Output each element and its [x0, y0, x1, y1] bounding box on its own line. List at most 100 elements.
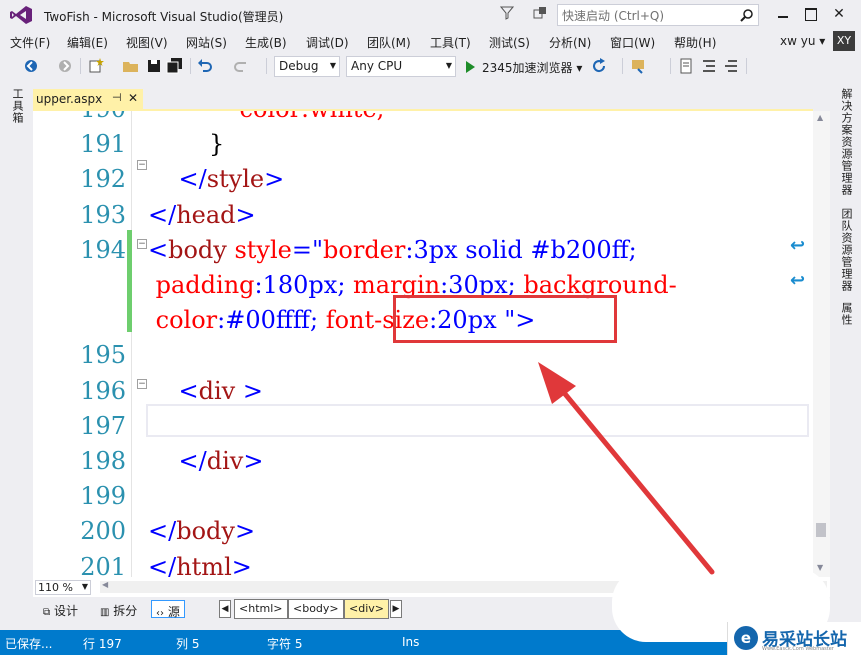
line-number-gutter: 190 191 192 193 194 195 196 197 198 199 200 201 [33, 111, 128, 577]
line-number: 191 [80, 130, 126, 159]
tab-label: upper.aspx [36, 92, 103, 106]
code-line[interactable]: } [148, 130, 224, 158]
change-indicator [127, 230, 132, 332]
collapse-icon[interactable]: − [137, 160, 147, 170]
properties-tab[interactable]: 属性 [838, 302, 854, 326]
crumb-next-icon[interactable]: ▶ [390, 600, 402, 618]
quick-launch-input[interactable] [562, 8, 732, 23]
chevron-down-icon: ▼ [329, 61, 336, 70]
code-token: </ [148, 165, 207, 194]
code-line[interactable]: <div > [148, 377, 263, 405]
code-token: </ [148, 517, 177, 546]
menu-team[interactable]: 团队(M) [367, 34, 411, 51]
scroll-left-icon[interactable]: ◀ [102, 580, 108, 589]
menu-file[interactable]: 文件(F) [10, 34, 50, 51]
code-token: border [323, 235, 406, 264]
source-view-button[interactable]: ‹› 源 [151, 600, 185, 619]
menu-tools[interactable]: 工具(T) [430, 34, 471, 51]
split-view-button[interactable]: ▥ 拆分 [96, 600, 141, 618]
toolbox-tab[interactable]: 工具箱 [9, 88, 25, 124]
browser-link-icon[interactable] [630, 57, 648, 75]
close-icon[interactable]: ✕ [128, 91, 138, 105]
crumb-prev-icon[interactable]: ◀ [219, 600, 231, 618]
design-view-button[interactable]: ⧉ 设计 [39, 600, 82, 618]
solution-explorer-tab[interactable]: 解决方案资源管理器 [838, 88, 854, 196]
redo-icon[interactable] [232, 57, 250, 75]
font-size-highlight-box [393, 295, 617, 343]
title-bar: TwoFish - Microsoft Visual Studio(管理员) ✕ [0, 0, 861, 30]
toolbar-separator [622, 58, 623, 74]
line-number: 199 [80, 482, 126, 511]
line-number: 201 [80, 552, 126, 577]
menu-edit[interactable]: 编辑(E) [67, 34, 108, 51]
toolbar-separator [80, 58, 81, 74]
watermark-logo: e [734, 626, 758, 650]
scroll-up-icon[interactable]: ▲ [817, 113, 823, 122]
toolbar-separator [190, 58, 191, 74]
team-explorer-tab[interactable]: 团队资源管理器 [838, 208, 854, 292]
tab-upper-aspx[interactable]: upper.aspx ⊣ ✕ [33, 89, 143, 109]
code-token: > [264, 165, 285, 194]
document-icon[interactable] [677, 57, 695, 75]
notification-icon[interactable] [532, 5, 548, 24]
code-line[interactable]: color:white; [148, 111, 385, 123]
filter-icon[interactable] [499, 6, 515, 23]
menu-view[interactable]: 视图(V) [126, 34, 168, 51]
collapse-icon[interactable]: − [137, 379, 147, 389]
menu-debug[interactable]: 调试(D) [306, 34, 349, 51]
code-line[interactable]: </html> [148, 553, 252, 577]
source-label: 源 [167, 605, 180, 619]
user-menu[interactable]: xw yu ▾ [780, 34, 825, 48]
code-token: color [148, 306, 218, 335]
menu-analyze[interactable]: 分析(N) [549, 34, 591, 51]
run-button[interactable]: 2345加速浏览器 ▾ [462, 56, 582, 77]
line-number: 198 [80, 447, 126, 475]
forward-icon[interactable] [56, 57, 74, 75]
code-line[interactable]: <body style="border:3px solid #b200ff; [148, 236, 637, 264]
watermark: e 易采站长站 Www.Easck.Com Webmaster [727, 622, 861, 655]
quick-launch[interactable] [557, 4, 759, 26]
code-token: } [148, 130, 225, 159]
format-icon[interactable] [700, 57, 718, 75]
crumb-div[interactable]: <div> [344, 599, 389, 619]
open-folder-icon[interactable] [122, 57, 140, 75]
code-line[interactable]: </style> [148, 165, 285, 194]
menu-help[interactable]: 帮助(H) [674, 34, 716, 51]
code-token: div [206, 447, 244, 475]
zoom-combo[interactable]: 110 % ▼ [35, 580, 91, 595]
new-project-icon[interactable] [87, 57, 105, 75]
undo-icon[interactable] [196, 57, 214, 75]
code-token: html [176, 552, 232, 577]
gutter-separator [131, 111, 132, 577]
maximize-button[interactable] [800, 4, 822, 24]
vertical-scrollbar[interactable]: ▲ ▼ [813, 111, 830, 577]
minimize-button[interactable] [773, 4, 795, 24]
collapse-icon[interactable]: − [137, 239, 147, 249]
code-editor[interactable]: 190 191 192 193 194 195 196 197 198 199 200 201 col… [33, 111, 813, 577]
menu-website[interactable]: 网站(S) [186, 34, 227, 51]
refresh-icon[interactable] [590, 57, 608, 75]
avatar[interactable]: XY [833, 31, 855, 51]
code-token: head [176, 200, 236, 229]
scrollbar-thumb[interactable] [816, 523, 826, 537]
platform-combo[interactable]: Any CPU ▼ [346, 56, 456, 77]
scroll-down-icon[interactable]: ▼ [817, 563, 823, 572]
code-line[interactable]: </head> [148, 201, 256, 229]
menu-test[interactable]: 测试(S) [489, 34, 530, 51]
menu-build[interactable]: 生成(B) [245, 34, 287, 51]
outdent-icon[interactable] [722, 57, 740, 75]
status-col: 列 5 [176, 637, 200, 651]
config-combo[interactable]: Debug ▼ [274, 56, 340, 77]
crumb-body[interactable]: <body> [288, 599, 344, 619]
menu-window[interactable]: 窗口(W) [610, 34, 655, 51]
close-button[interactable]: ✕ [827, 4, 851, 24]
pin-icon[interactable]: ⊣ [112, 91, 122, 104]
back-icon[interactable] [22, 57, 40, 75]
save-all-icon[interactable] [166, 57, 184, 75]
code-line[interactable]: </body> [148, 517, 255, 545]
crumb-html[interactable]: <html> [234, 599, 288, 619]
save-icon[interactable] [145, 57, 163, 75]
word-wrap-icon: ↩ [790, 235, 806, 256]
code-line[interactable]: </div> [148, 447, 264, 475]
search-icon[interactable] [740, 8, 754, 25]
